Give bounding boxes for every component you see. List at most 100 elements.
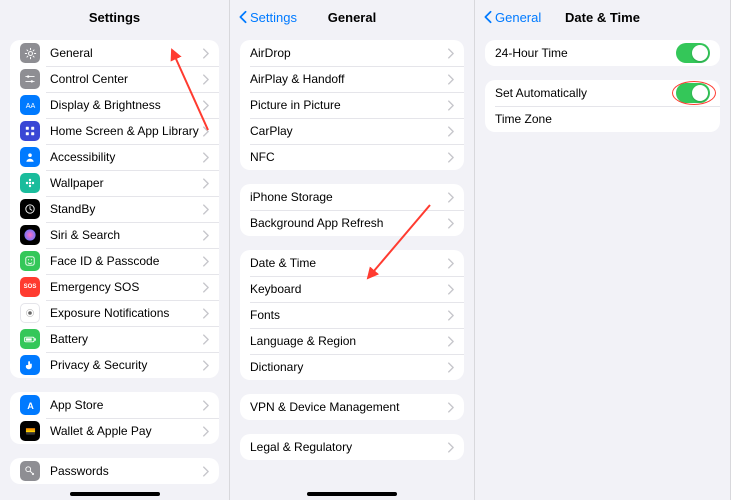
chevron-right-icon	[447, 258, 454, 269]
list-item-label: Date & Time	[250, 256, 447, 270]
list-item-label: Control Center	[50, 72, 202, 86]
list-item[interactable]: A App Store	[10, 392, 219, 418]
list-item[interactable]: Exposure Notifications	[10, 300, 219, 326]
toggle-switch[interactable]	[676, 43, 710, 63]
list-item-label: Set Automatically	[495, 86, 676, 100]
chevron-right-icon	[202, 152, 209, 163]
list-item-label: General	[50, 46, 202, 60]
chevron-right-icon	[447, 336, 454, 347]
chevron-right-icon	[447, 126, 454, 137]
list-item-label: Wallet & Apple Pay	[50, 424, 202, 438]
list-item-label: CarPlay	[250, 124, 447, 138]
list-item[interactable]: SOS Emergency SOS	[10, 274, 219, 300]
gear-icon	[20, 43, 40, 63]
list-item-label: Emergency SOS	[50, 280, 202, 294]
sun-icon: AA	[20, 95, 40, 115]
list-item-label: NFC	[250, 150, 447, 164]
general-group-4: VPN & Device Management	[240, 394, 464, 420]
sos-icon: SOS	[20, 277, 40, 297]
datetime-group-2: Set Automatically Time Zone	[485, 80, 720, 132]
list-item[interactable]: Keyboard	[240, 276, 464, 302]
list-item[interactable]: Battery	[10, 326, 219, 352]
list-item[interactable]: AirDrop	[240, 40, 464, 66]
list-item[interactable]: Picture in Picture	[240, 92, 464, 118]
list-item-label: Background App Refresh	[250, 216, 447, 230]
list-item[interactable]: Date & Time	[240, 250, 464, 276]
list-item[interactable]: StandBy	[10, 196, 219, 222]
list-item[interactable]: Dictionary	[240, 354, 464, 380]
back-label: General	[495, 10, 541, 25]
chevron-right-icon	[202, 230, 209, 241]
list-item[interactable]: Face ID & Passcode	[10, 248, 219, 274]
chevron-right-icon	[202, 466, 209, 477]
list-item[interactable]: Passwords	[10, 458, 219, 484]
chevron-right-icon	[447, 48, 454, 59]
chevron-right-icon	[447, 442, 454, 453]
list-item-label: iPhone Storage	[250, 190, 447, 204]
page-title: Date & Time	[565, 10, 640, 25]
chevron-right-icon	[447, 310, 454, 321]
list-item[interactable]: CarPlay	[240, 118, 464, 144]
chevron-right-icon	[202, 178, 209, 189]
header: Settings	[0, 0, 229, 34]
settings-group-2: A App Store Wallet & Apple Pay	[10, 392, 219, 444]
general-group-2: iPhone Storage Background App Refresh	[240, 184, 464, 236]
list-item-label: Home Screen & App Library	[50, 124, 202, 138]
list-item[interactable]: Fonts	[240, 302, 464, 328]
list-item[interactable]: Wallet & Apple Pay	[10, 418, 219, 444]
list-item[interactable]: General	[10, 40, 219, 66]
person-icon	[20, 147, 40, 167]
settings-group-1: General Control Center AA Display & Brightn…	[10, 40, 219, 378]
svg-text:A: A	[27, 400, 34, 410]
list-item-label: Time Zone	[495, 112, 710, 126]
list-item-label: Picture in Picture	[250, 98, 447, 112]
general-group-5: Legal & Regulatory	[240, 434, 464, 460]
list-item-label: Face ID & Passcode	[50, 254, 202, 268]
face-icon	[20, 251, 40, 271]
list-item-label: Legal & Regulatory	[250, 440, 447, 454]
general-group-1: AirDropAirPlay & Handoff Picture in Pictu…	[240, 40, 464, 170]
chevron-right-icon	[202, 426, 209, 437]
back-button[interactable]: General	[483, 10, 541, 25]
list-item[interactable]: NFC	[240, 144, 464, 170]
list-item[interactable]: Home Screen & App Library	[10, 118, 219, 144]
list-item[interactable]: AA Display & Brightness	[10, 92, 219, 118]
list-item[interactable]: Accessibility	[10, 144, 219, 170]
home-indicator	[307, 492, 397, 496]
chevron-right-icon	[202, 74, 209, 85]
list-item[interactable]: Control Center	[10, 66, 219, 92]
list-item[interactable]: VPN & Device Management	[240, 394, 464, 420]
chevron-right-icon	[202, 400, 209, 411]
siri-icon	[20, 225, 40, 245]
list-item[interactable]: Privacy & Security	[10, 352, 219, 378]
general-panel: Settings General AirDropAirPlay & Handof…	[230, 0, 475, 500]
exposure-icon	[20, 303, 40, 323]
list-item[interactable]: Background App Refresh	[240, 210, 464, 236]
list-item[interactable]: Legal & Regulatory	[240, 434, 464, 460]
list-item-label: Dictionary	[250, 360, 447, 374]
sliders-icon	[20, 69, 40, 89]
list-item[interactable]: Language & Region	[240, 328, 464, 354]
grid-icon	[20, 121, 40, 141]
list-item[interactable]: AirPlay & Handoff	[240, 66, 464, 92]
list-item[interactable]: Time Zone	[485, 106, 720, 132]
list-item[interactable]: Wallpaper	[10, 170, 219, 196]
battery-icon	[20, 329, 40, 349]
header: Settings General	[230, 0, 474, 34]
page-title: Settings	[89, 10, 140, 25]
page-title: General	[328, 10, 376, 25]
chevron-right-icon	[202, 308, 209, 319]
back-button[interactable]: Settings	[238, 10, 297, 25]
settings-group-3: Passwords	[10, 458, 219, 484]
list-item-label: App Store	[50, 398, 202, 412]
flower-icon	[20, 173, 40, 193]
list-item-label: Language & Region	[250, 334, 447, 348]
toggle-switch[interactable]	[676, 83, 710, 103]
list-item-label: Fonts	[250, 308, 447, 322]
list-item[interactable]: Siri & Search	[10, 222, 219, 248]
list-item[interactable]: iPhone Storage	[240, 184, 464, 210]
list-item: Set Automatically	[485, 80, 720, 106]
date-time-panel: General Date & Time 24-Hour Time Set Aut…	[475, 0, 731, 500]
list-item-label: Display & Brightness	[50, 98, 202, 112]
back-label: Settings	[250, 10, 297, 25]
